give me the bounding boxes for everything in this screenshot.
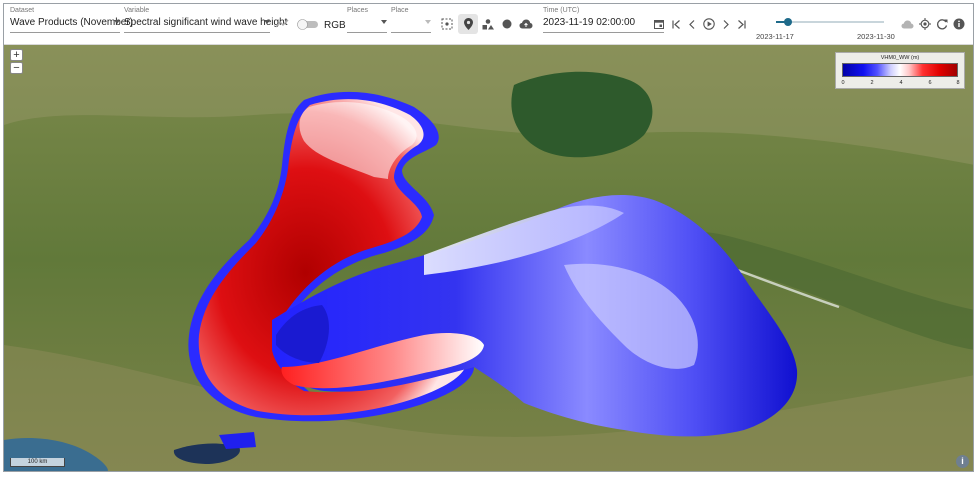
crosshair-select-icon[interactable] [439,16,455,32]
map-canvas [4,45,973,471]
cloud-upload-icon[interactable] [517,16,535,32]
time-label: Time (UTC) [543,7,580,14]
legend-tick: 6 [928,80,932,86]
dataset-value: Wave Products (November) [10,17,133,28]
info-icon[interactable] [951,16,967,32]
chevron-down-icon [425,20,431,24]
calendar-icon[interactable] [652,17,666,31]
map-view[interactable]: + − VHM0_WW (m) 0 2 4 6 8 100 km i [4,45,973,471]
skip-last-icon[interactable] [734,17,748,31]
rgb-toggle[interactable] [297,19,319,30]
step-forward-icon[interactable] [718,17,732,31]
dataset-select[interactable]: Dataset Wave Products (November) [10,7,133,33]
zoom-in-button[interactable]: + [10,49,23,61]
color-legend: VHM0_WW (m) 0 2 4 6 8 [835,52,965,89]
places-select[interactable]: Places [347,7,387,33]
circle-icon[interactable] [499,16,515,32]
map-info-button[interactable]: i [956,455,969,468]
place-label: Place [391,7,409,14]
place-marker-icon[interactable] [458,14,478,34]
legend-colorbar [842,63,958,77]
time-field[interactable]: Time (UTC) 2023-11-19 02:00:00 [543,7,664,33]
time-slider[interactable] [756,15,896,31]
slider-start-label: 2023-11-17 [756,32,794,41]
slider-end-label: 2023-11-30 [857,32,895,41]
legend-tick: 0 [841,80,845,86]
variable-label: Variable [124,7,150,14]
cloud-icon[interactable] [899,17,915,31]
legend-title: VHM0_WW (m) [880,55,920,61]
chevron-down-icon [381,20,387,24]
chevron-down-icon [264,20,270,24]
play-icon[interactable] [701,16,717,32]
slider-thumb[interactable] [784,18,792,26]
scale-bar: 100 km [10,458,65,467]
toolbar: Dataset Wave Products (November) Variabl… [4,4,973,45]
refresh-icon[interactable] [934,16,950,32]
step-back-icon[interactable] [685,17,699,31]
shapes-icon[interactable] [480,16,496,32]
timeseries-chart-icon[interactable] [275,18,289,30]
locate-icon[interactable] [917,16,933,32]
legend-tick: 8 [956,80,960,86]
chevron-down-icon [114,20,120,24]
legend-tick: 4 [899,80,903,86]
places-label: Places [347,7,369,14]
place-select[interactable]: Place [391,7,431,33]
time-value: 2023-11-19 02:00:00 [543,17,636,28]
dataset-label: Dataset [10,7,35,14]
skip-first-icon[interactable] [669,17,683,31]
rgb-label: RGB [324,20,346,31]
variable-select[interactable]: Variable Spectral significant wind wave … [124,7,288,33]
zoom-out-button[interactable]: − [10,62,23,74]
app-frame: Dataset Wave Products (November) Variabl… [3,3,974,472]
variable-value: Spectral significant wind wave height [124,17,288,28]
legend-tick: 2 [870,80,874,86]
